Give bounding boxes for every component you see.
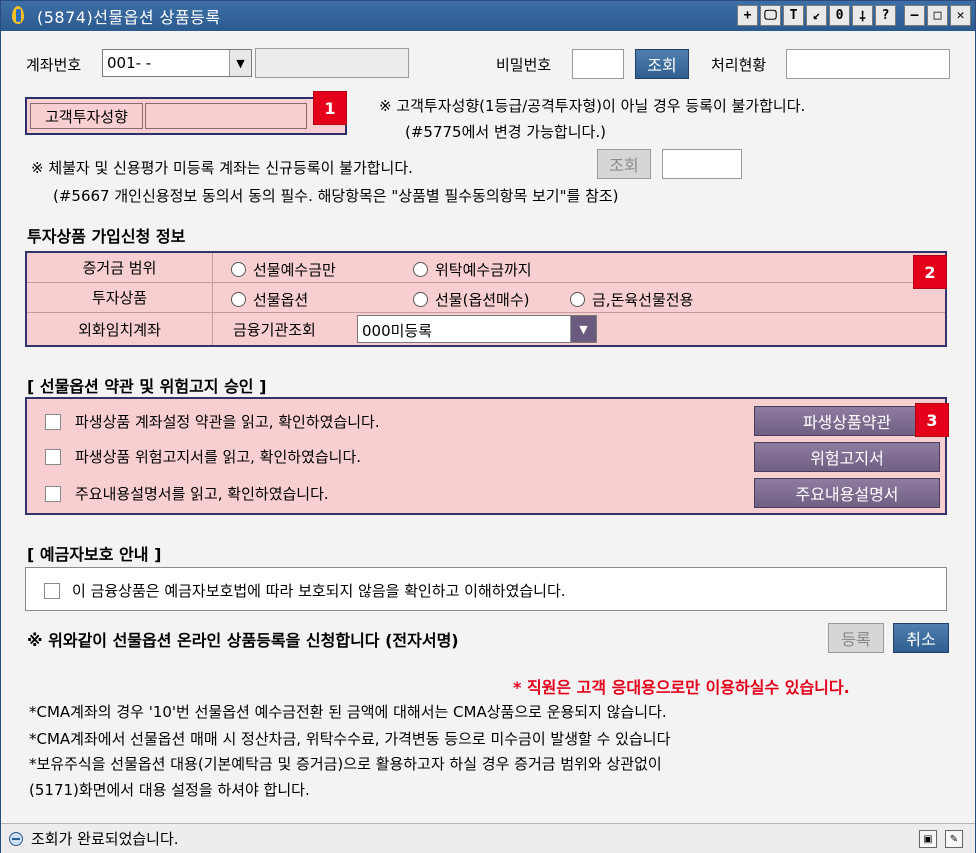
note-1: *CMA계좌의 경우 '10'번 선물옵션 예수금전환 된 금액에 대해서는 C… [29, 703, 667, 721]
step-badge-3: 3 [915, 403, 949, 437]
deposit-heading: [ 예금자보호 안내 ] [27, 545, 162, 564]
credit-notice-line1: ※ 체불자 및 신용평가 미등록 계좌는 신규등록이 불가합니다. [31, 159, 413, 177]
link-icon[interactable]: ↙ [806, 5, 827, 26]
credit-notice-line2: (#5667 개인신용정보 동의서 동의 필수. 해당항목은 "상품별 필수동의… [53, 187, 619, 205]
status-field [786, 49, 950, 79]
status-text: 조회가 완료되었습니다. [31, 830, 179, 848]
investment-product-label: 투자상품 [27, 283, 213, 312]
terms-heading: [ 선물옵션 약관 및 위험고지 승인 ] [27, 377, 267, 396]
product-info-heading: 투자상품 가입신청 정보 [27, 227, 186, 246]
cancel-button[interactable]: 취소 [893, 623, 949, 653]
help-icon[interactable]: ? [875, 5, 896, 26]
checkbox-icon[interactable] [44, 582, 60, 599]
key-info-button[interactable]: 주요내용설명서 [754, 478, 940, 508]
text-icon[interactable]: T [783, 5, 804, 26]
title-tools: + 🖵 T ↙ 0 ⸸ ? – □ ✕ [737, 5, 971, 26]
product-info-table: 증거금 범위 선물예수금만 위탁예수금까지 투자상품 선물옵션 선물(옵션매수)… [25, 251, 947, 347]
terms-check-3[interactable]: 주요내용설명서를 읽고, 확인하였습니다. [45, 483, 329, 504]
info-icon [9, 831, 23, 846]
radio-futures-deposit[interactable]: 선물예수금만 [231, 259, 336, 280]
radio-futures-option-buy[interactable]: 선물(옵션매수) [413, 289, 530, 310]
pin-icon[interactable]: ⸸ [852, 5, 873, 26]
credit-lookup-button[interactable]: 조회 [597, 149, 651, 179]
fx-account-row: 외화임치계좌 금융기관조회 000미등록 ▼ [27, 313, 945, 345]
note-2: *CMA계좌에서 선물옵션 매매 시 정산차금, 위탁수수료, 가격변동 등으로… [29, 730, 671, 748]
account-select[interactable]: 001- - ▼ [102, 49, 252, 77]
deposit-check[interactable]: 이 금융상품은 예금자보호법에 따라 보호되지 않음을 확인하고 이해하였습니다… [44, 580, 566, 601]
margin-range-label: 증거금 범위 [27, 253, 213, 282]
maximize-icon[interactable]: □ [927, 5, 948, 26]
note-3: *보유주식을 선물옵션 대용(기본예탁금 및 증거금)으로 활용하고자 하실 경… [29, 755, 662, 773]
status-bar: 조회가 완료되었습니다. ▣ ✎ [1, 823, 975, 853]
staff-notice: * 직원은 고객 응대용으로만 이용하실수 있습니다. [513, 678, 850, 697]
institution-value: 000미등록 [362, 322, 433, 340]
account-value: 001- - [107, 54, 152, 72]
risk-disclosure-button[interactable]: 위험고지서 [754, 442, 940, 472]
radio-consignment-deposit[interactable]: 위탁예수금까지 [413, 259, 532, 280]
zero-icon[interactable]: 0 [829, 5, 850, 26]
derivatives-terms-button[interactable]: 파생상품약관 [754, 406, 940, 436]
account-lookup-button[interactable]: 조회 [635, 49, 689, 79]
terms-check-2[interactable]: 파생상품 위험고지서를 읽고, 확인하였습니다. [45, 446, 361, 467]
add-icon[interactable]: + [737, 5, 758, 26]
status-label: 처리현황 [711, 56, 767, 74]
margin-range-row: 증거금 범위 선물예수금만 위탁예수금까지 [27, 253, 945, 283]
memo-icon[interactable]: ✎ [945, 830, 963, 848]
terms-check-1[interactable]: 파생상품 계좌설정 약관을 읽고, 확인하였습니다. [45, 411, 380, 432]
deposit-box: 이 금융상품은 예금자보호법에 따라 보호되지 않음을 확인하고 이해하였습니다… [25, 567, 947, 611]
checkbox-icon[interactable] [45, 413, 61, 430]
credit-status-field [662, 149, 742, 179]
close-icon[interactable]: ✕ [950, 5, 971, 26]
investor-profile-value [145, 103, 307, 129]
apply-text: ※ 위와같이 선물옵션 온라인 상품등록을 신청합니다 (전자서명) [27, 631, 459, 650]
radio-circle-icon[interactable] [570, 292, 585, 307]
checkbox-icon[interactable] [45, 485, 61, 502]
radio-circle-icon[interactable] [231, 292, 246, 307]
minimize-icon[interactable]: – [904, 5, 925, 26]
terms-box: 파생상품 계좌설정 약관을 읽고, 확인하였습니다. 파생상품 위험고지서를 읽… [25, 397, 947, 515]
register-button[interactable]: 등록 [828, 623, 884, 653]
radio-futures-options[interactable]: 선물옵션 [231, 289, 308, 310]
radio-circle-icon[interactable] [413, 292, 428, 307]
radio-gold-pork-futures[interactable]: 금,돈육선물전용 [570, 289, 693, 310]
chevron-down-icon[interactable]: ▼ [570, 316, 596, 342]
step-badge-1: 1 [313, 91, 347, 125]
investor-profile-label: 고객투자성향 [30, 103, 143, 129]
screenshot-icon[interactable]: ▣ [919, 830, 937, 848]
institution-select[interactable]: 000미등록 ▼ [357, 315, 597, 343]
investment-product-row: 투자상품 선물옵션 선물(옵션매수) 금,돈육선물전용 [27, 283, 945, 313]
note-4: (5171)화면에서 대용 설정을 하셔야 합니다. [29, 781, 310, 799]
account-name-field [255, 48, 409, 78]
password-label: 비밀번호 [496, 56, 552, 74]
password-input[interactable] [572, 49, 624, 79]
step-badge-2: 2 [913, 255, 947, 289]
window-title: (5874)선물옵션 상품등록 [37, 8, 221, 27]
app-logo-icon [9, 5, 29, 27]
monitor-icon[interactable]: 🖵 [760, 5, 781, 26]
account-label: 계좌번호 [26, 56, 82, 74]
fx-account-label: 외화임치계좌 [27, 313, 213, 345]
radio-circle-icon[interactable] [413, 262, 428, 277]
title-bar: (5874)선물옵션 상품등록 + 🖵 T ↙ 0 ⸸ ? – □ ✕ [1, 1, 975, 31]
app-window: (5874)선물옵션 상품등록 + 🖵 T ↙ 0 ⸸ ? – □ ✕ 계좌번호… [0, 0, 976, 853]
investor-notice-line2: (#5775에서 변경 가능합니다.) [405, 123, 606, 141]
chevron-down-icon[interactable]: ▼ [229, 50, 251, 76]
checkbox-icon[interactable] [45, 448, 61, 465]
institution-lookup-label: 금융기관조회 [233, 321, 316, 339]
radio-circle-icon[interactable] [231, 262, 246, 277]
investor-notice-line1: ※ 고객투자성향(1등급/공격투자형)이 아닐 경우 등록이 불가합니다. [379, 97, 806, 115]
investor-profile-box: 고객투자성향 [25, 97, 347, 135]
